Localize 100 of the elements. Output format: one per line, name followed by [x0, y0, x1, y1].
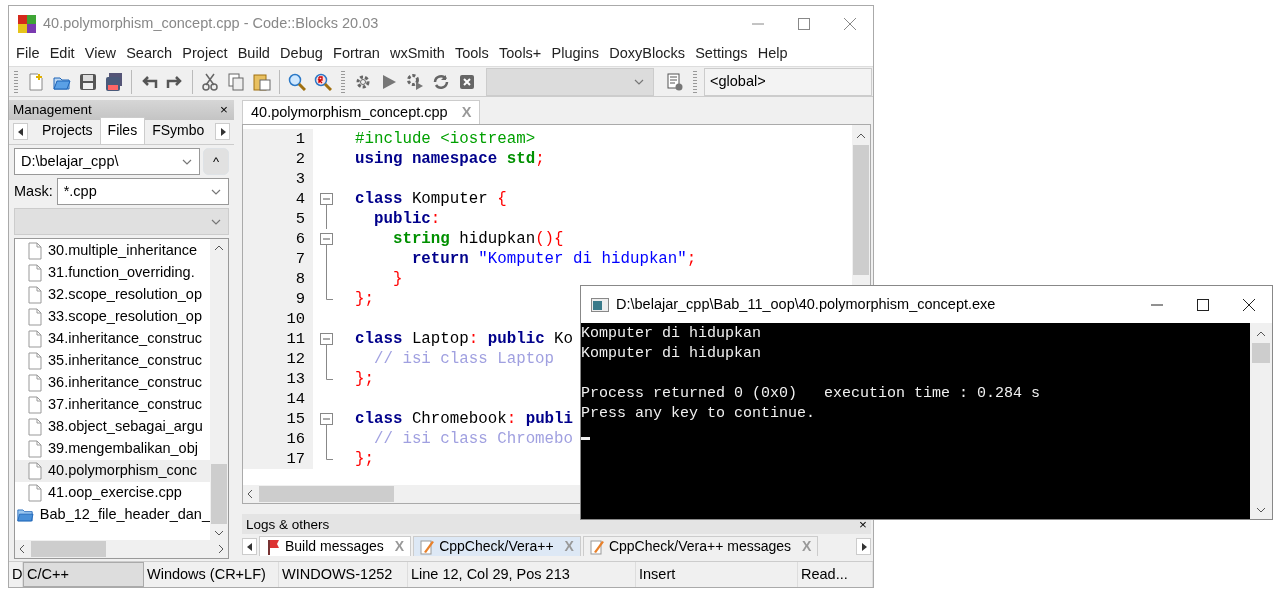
tree-item[interactable]: 35.inheritance_construc	[15, 350, 210, 372]
copy-icon[interactable]	[227, 72, 245, 91]
tree-item[interactable]: 36.inheritance_construc	[15, 372, 210, 394]
vertical-scrollbar[interactable]	[1250, 323, 1272, 519]
console-output: Komputer di hidupkan	[581, 344, 763, 364]
menu-item[interactable]: Fortran	[327, 43, 385, 65]
menu-item[interactable]: Edit	[44, 43, 80, 65]
code-line: class Chromebook: publi	[355, 409, 574, 429]
code-line: return "Komputer di hidupkan";	[410, 249, 697, 269]
path-dropdown[interactable]: D:\belajar_cpp\	[14, 148, 200, 175]
document-settings-icon[interactable]	[666, 72, 684, 91]
scroll-left-icon[interactable]	[17, 127, 24, 136]
find-replace-icon[interactable]	[314, 72, 332, 91]
scroll-up-icon[interactable]	[1256, 331, 1266, 337]
abort-icon[interactable]	[458, 72, 476, 91]
tree-item[interactable]: 34.inheritance_construc	[15, 328, 210, 350]
pencil-icon	[420, 538, 435, 555]
status-text: Line 12, Col 29, Pos 213	[408, 562, 636, 587]
tree-item[interactable]: 31.function_overriding.	[15, 262, 210, 284]
paste-icon[interactable]	[253, 72, 271, 91]
scroll-right-icon[interactable]	[860, 542, 867, 551]
code-line: using namespace std;	[355, 149, 545, 169]
menu-item[interactable]: File	[11, 43, 45, 65]
up-button[interactable]: ^	[203, 148, 229, 175]
panel-title: Management	[13, 100, 92, 119]
save-icon[interactable]	[79, 72, 97, 91]
scroll-right-icon[interactable]	[218, 544, 224, 554]
status-text: Insert	[636, 562, 798, 587]
line-number: 1	[243, 129, 313, 149]
menu-item[interactable]: Build	[232, 43, 275, 65]
chevron-down-icon	[633, 77, 645, 86]
chevron-down-icon	[210, 187, 222, 196]
line-number: 2	[243, 149, 313, 169]
tree-item[interactable]: 37.inheritance_construc	[15, 394, 210, 416]
save-all-icon[interactable]	[105, 72, 123, 91]
menu-item[interactable]: DoxyBlocks	[604, 43, 691, 65]
log-tab[interactable]: CppCheck/Vera++ messages X	[582, 536, 819, 556]
chevron-down-icon	[210, 217, 222, 226]
maximize-icon[interactable]	[1197, 298, 1209, 311]
status-text: C/C++	[23, 562, 144, 587]
panel-tab[interactable]: FSymbo	[145, 118, 212, 144]
scope-dropdown[interactable]: <global>	[704, 67, 872, 96]
vertical-scrollbar[interactable]	[210, 239, 228, 540]
scroll-down-icon[interactable]	[214, 530, 224, 536]
line-number: 8	[243, 269, 313, 289]
line-number: 9	[243, 289, 313, 309]
menu-item[interactable]: Plugins	[546, 43, 605, 65]
mask-dropdown[interactable]: *.cpp	[56, 178, 229, 205]
search-icon[interactable]	[288, 72, 306, 91]
menu-item[interactable]: Settings	[690, 43, 753, 65]
line-number: 13	[243, 369, 313, 389]
text-cursor	[581, 437, 590, 440]
log-tab[interactable]: Build messages X	[259, 536, 412, 556]
status-text: WINDOWS-1252	[279, 562, 408, 587]
menu-item[interactable]: Help	[752, 43, 793, 65]
scrollbar-thumb[interactable]	[1252, 343, 1270, 363]
panel-tab[interactable]: Projects	[35, 118, 100, 144]
status-text: Read...	[798, 562, 873, 587]
scrollbar-thumb[interactable]	[211, 464, 227, 524]
close-button[interactable]: ×	[220, 99, 228, 121]
tree-item[interactable]: 41.oop_exercise.cpp	[15, 482, 210, 504]
scroll-right-icon[interactable]	[219, 127, 226, 136]
menu-item[interactable]: Tools+	[493, 43, 547, 65]
file-icon	[28, 330, 42, 348]
scroll-left-icon[interactable]	[19, 544, 25, 554]
menu-item[interactable]: Project	[177, 43, 233, 65]
panel-title: Logs & others	[246, 515, 330, 534]
panel-tab[interactable]: Files	[99, 117, 146, 144]
tree-item[interactable]: 32.scope_resolution_op	[15, 284, 210, 306]
scroll-up-icon[interactable]	[856, 133, 866, 139]
scroll-left-icon[interactable]	[247, 489, 253, 499]
file-icon	[28, 286, 42, 304]
scrollbar-thumb[interactable]	[259, 486, 394, 502]
file-icon	[28, 440, 42, 458]
tree-item[interactable]: 30.multiple_inheritance	[15, 240, 210, 262]
gear-play-icon[interactable]	[406, 72, 424, 91]
line-number: 5	[243, 209, 313, 229]
menu-item[interactable]: Debug	[275, 43, 328, 65]
scroll-left-icon[interactable]	[246, 542, 253, 551]
tree-item[interactable]: 39.mengembalikan_obj	[15, 438, 210, 460]
menu-item[interactable]: Search	[121, 43, 178, 65]
close-icon[interactable]	[1243, 298, 1255, 311]
tree-item[interactable]: 38.object_sebagai_argu	[15, 416, 210, 438]
tree-item[interactable]: 40.polymorphism_conc	[15, 460, 210, 482]
tree-item[interactable]: Bab_12_file_header_dan_	[15, 504, 210, 526]
line-number: 12	[243, 349, 313, 369]
scrollbar-thumb[interactable]	[31, 541, 106, 557]
play-icon[interactable]	[380, 72, 398, 91]
scroll-up-icon[interactable]	[214, 245, 224, 251]
editor-tab[interactable]: 40.polymorphism_concept.cpp X	[242, 100, 481, 124]
log-tab[interactable]: CppCheck/Vera++ X	[413, 536, 581, 556]
scrollbar-thumb[interactable]	[853, 145, 869, 275]
refresh-icon[interactable]	[432, 72, 450, 91]
tree-item[interactable]: 33.scope_resolution_op	[15, 306, 210, 328]
cut-icon[interactable]	[201, 72, 219, 91]
horizontal-scrollbar[interactable]	[15, 540, 228, 558]
scroll-down-icon[interactable]	[1256, 507, 1266, 513]
menu-item[interactable]: wxSmith	[384, 43, 450, 65]
menu-item[interactable]: Tools	[449, 43, 494, 65]
menu-item[interactable]: View	[79, 43, 122, 65]
